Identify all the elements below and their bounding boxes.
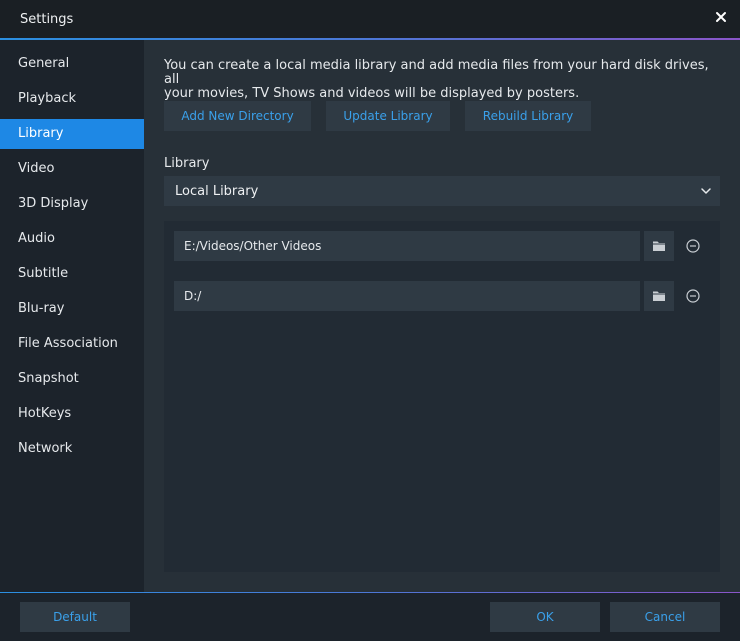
update-library-button[interactable]: Update Library: [326, 101, 450, 131]
sidebar-item-3d-display[interactable]: 3D Display: [0, 189, 144, 219]
sidebar-item-file-association[interactable]: File Association: [0, 329, 144, 359]
directory-list: E:/Videos/Other Videos D:/: [164, 221, 720, 572]
folder-icon: [653, 241, 665, 251]
remove-directory-icon[interactable]: [685, 238, 701, 254]
directory-path-field[interactable]: D:/: [174, 281, 640, 311]
sidebar-item-subtitle[interactable]: Subtitle: [0, 259, 144, 289]
cancel-button[interactable]: Cancel: [610, 602, 720, 632]
library-description: You can create a local media library and…: [164, 58, 709, 101]
remove-directory-icon[interactable]: [685, 288, 701, 304]
browse-folder-button[interactable]: [644, 231, 674, 261]
library-label: Library: [164, 156, 210, 171]
add-new-directory-button[interactable]: Add New Directory: [164, 101, 311, 131]
sidebar-item-library[interactable]: Library: [0, 119, 144, 149]
rebuild-library-button[interactable]: Rebuild Library: [465, 101, 591, 131]
chevron-down-icon: [701, 188, 711, 194]
browse-folder-button[interactable]: [644, 281, 674, 311]
sidebar-item-audio[interactable]: Audio: [0, 224, 144, 254]
library-select-value: Local Library: [175, 184, 259, 199]
sidebar-item-playback[interactable]: Playback: [0, 84, 144, 114]
sidebar-item-hotkeys[interactable]: HotKeys: [0, 399, 144, 429]
sidebar-item-video[interactable]: Video: [0, 154, 144, 184]
sidebar-item-blu-ray[interactable]: Blu-ray: [0, 294, 144, 324]
directory-path-field[interactable]: E:/Videos/Other Videos: [174, 231, 640, 261]
sidebar-item-snapshot[interactable]: Snapshot: [0, 364, 144, 394]
sidebar: General Playback Library Video 3D Displa…: [0, 40, 144, 592]
sidebar-item-general[interactable]: General: [0, 49, 144, 79]
window-title: Settings: [20, 12, 74, 27]
title-bar: Settings: [0, 0, 740, 38]
default-button[interactable]: Default: [20, 602, 130, 632]
ok-button[interactable]: OK: [490, 602, 600, 632]
folder-icon: [653, 291, 665, 301]
sidebar-item-network[interactable]: Network: [0, 434, 144, 464]
footer: Default OK Cancel: [0, 593, 740, 641]
library-settings-panel: You can create a local media library and…: [144, 40, 740, 592]
library-select[interactable]: Local Library: [164, 176, 720, 206]
close-icon[interactable]: [714, 10, 728, 24]
